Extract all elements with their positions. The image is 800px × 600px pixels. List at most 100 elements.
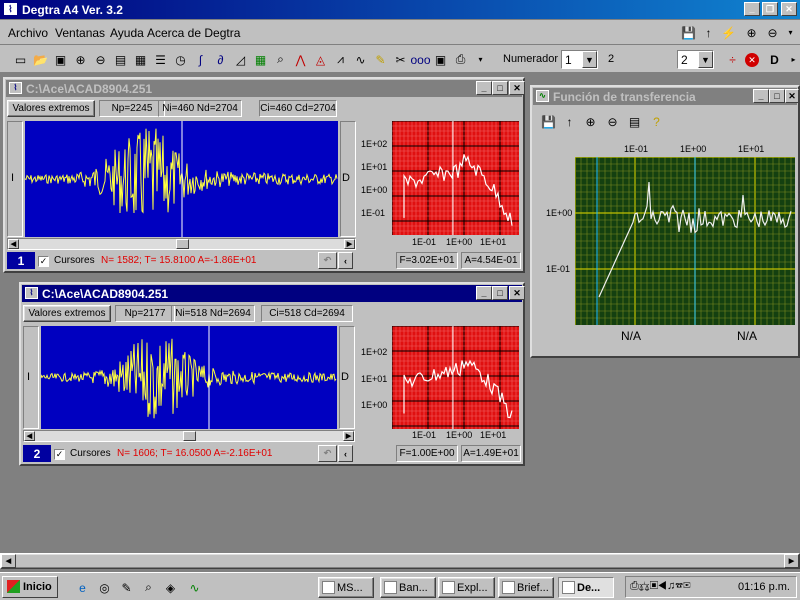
- menu-ayuda[interactable]: Ayuda: [110, 26, 144, 40]
- transfer-titlebar[interactable]: ∿ Función de transferencia _ □ ✕: [533, 88, 799, 105]
- zoom-out-icon[interactable]: ⊖: [764, 24, 781, 41]
- close-button[interactable]: ✕: [509, 81, 525, 95]
- d-icon[interactable]: D: [766, 51, 783, 68]
- zoom-out-icon[interactable]: ⊖: [604, 113, 621, 130]
- start-button[interactable]: Inicio: [2, 576, 58, 598]
- spectrum-plot[interactable]: [392, 326, 519, 429]
- arrow-right-icon[interactable]: ▶: [344, 239, 355, 249]
- cursores-checkbox[interactable]: ✓: [38, 256, 49, 267]
- arrow-right-icon[interactable]: ▶: [784, 554, 799, 568]
- chevron-left-icon[interactable]: ‹: [338, 445, 353, 462]
- divide-icon[interactable]: ÷: [724, 51, 741, 68]
- save-icon[interactable]: 💾: [540, 113, 557, 130]
- undo-icon[interactable]: ↶: [318, 252, 337, 269]
- pencil-icon[interactable]: ✎: [372, 51, 389, 68]
- scroll-thumb[interactable]: [183, 431, 196, 441]
- window-icon[interactable]: ▤: [112, 51, 129, 68]
- grid-icon[interactable]: ▦: [252, 51, 269, 68]
- horizontal-scrollbar[interactable]: ◀ ▶: [7, 238, 356, 250]
- open-icon[interactable]: 📂: [32, 51, 49, 68]
- horizontal-scrollbar[interactable]: ◀ ▶: [23, 430, 355, 442]
- peak-icon[interactable]: ⋀: [292, 51, 309, 68]
- dots-icon[interactable]: ooo: [410, 51, 430, 68]
- close-button[interactable]: ✕: [509, 286, 525, 300]
- menu-ventanas[interactable]: Ventanas: [55, 26, 105, 40]
- window-1-titlebar[interactable]: ⌇ C:\Ace\ACAD8904.251 _ □ ✕: [6, 80, 525, 97]
- menu-acerca[interactable]: Acerca de Degtra: [147, 26, 240, 40]
- left-scrollbar[interactable]: [23, 326, 39, 429]
- chevron-down-icon[interactable]: ▾: [472, 51, 489, 68]
- minimize-button[interactable]: _: [744, 2, 760, 16]
- wave-icon[interactable]: ∿: [352, 51, 369, 68]
- search-icon[interactable]: ⌕: [272, 51, 289, 68]
- ramp-icon[interactable]: ◿: [232, 51, 249, 68]
- integral-icon[interactable]: ∫: [192, 51, 209, 68]
- tray-icons[interactable]: ⎙⚖▣◀♫☎✉: [630, 580, 691, 593]
- arrow-right-icon[interactable]: ▶: [343, 431, 354, 441]
- stop-icon[interactable]: ✕: [745, 53, 759, 67]
- maximize-button[interactable]: □: [769, 89, 785, 103]
- degtra-icon[interactable]: ⌇: [3, 2, 18, 16]
- derivative-icon[interactable]: ∂: [212, 51, 229, 68]
- arrow-up-icon[interactable]: ↑: [561, 113, 578, 130]
- task-brief[interactable]: Brief...: [498, 577, 554, 598]
- task-ms[interactable]: MS...: [318, 577, 374, 598]
- left-scrollbar[interactable]: [7, 121, 23, 237]
- minimize-button[interactable]: _: [753, 89, 769, 103]
- window-2-titlebar[interactable]: ⌇ C:\Ace\ACAD8904.251 _ □ ✕: [22, 285, 525, 302]
- chevron-down-icon[interactable]: ▾: [782, 24, 799, 41]
- zoom-in-icon[interactable]: ⊕: [582, 113, 599, 130]
- restore-button[interactable]: ❐: [762, 2, 778, 16]
- numerador-select[interactable]: 1 ▼: [561, 50, 598, 69]
- zoom-out-icon[interactable]: ⊖: [92, 51, 109, 68]
- maximize-button[interactable]: □: [492, 286, 508, 300]
- arrow-up-icon[interactable]: ↑: [700, 24, 717, 41]
- task-ban[interactable]: Ban...: [380, 577, 436, 598]
- lightning-icon[interactable]: ⚡: [720, 24, 737, 41]
- mdi-horizontal-scrollbar[interactable]: ◀ ▶: [0, 553, 800, 569]
- scissors-icon[interactable]: ✂: [392, 51, 409, 68]
- close-button[interactable]: ✕: [781, 2, 797, 16]
- zoom-in-icon[interactable]: ⊕: [72, 51, 89, 68]
- task-expl[interactable]: Expl...: [438, 577, 495, 598]
- search-folder-icon[interactable]: ⌕: [140, 579, 157, 596]
- minimize-button[interactable]: _: [476, 286, 492, 300]
- time-history-plot[interactable]: [24, 121, 338, 237]
- minimize-button[interactable]: _: [476, 81, 492, 95]
- ie-icon[interactable]: e: [74, 579, 91, 596]
- denominador-select[interactable]: 2 ▼: [677, 50, 714, 69]
- chevron-right-icon[interactable]: ▸: [785, 51, 800, 68]
- chevron-left-icon[interactable]: ‹: [338, 252, 353, 269]
- arrow-left-icon[interactable]: ◀: [1, 554, 16, 568]
- channel-icon[interactable]: ◈: [162, 579, 179, 596]
- printer-icon[interactable]: ⎙: [452, 51, 469, 68]
- close-button[interactable]: ✕: [785, 89, 799, 103]
- signal-icon[interactable]: ▦: [132, 51, 149, 68]
- cursores-checkbox[interactable]: ✓: [54, 449, 65, 460]
- plot-icon[interactable]: ▭: [12, 51, 29, 68]
- degtra-taskbar-icon[interactable]: ∿: [186, 579, 203, 596]
- transfer-plot[interactable]: [575, 157, 795, 325]
- chevron-down-icon[interactable]: ▼: [582, 51, 597, 68]
- frame-icon[interactable]: ▣: [432, 51, 449, 68]
- undo-icon[interactable]: ↶: [318, 445, 337, 462]
- edit-icon[interactable]: ✎: [118, 579, 135, 596]
- zoom-in-icon[interactable]: ⊕: [743, 24, 760, 41]
- arrow-left-icon[interactable]: ◀: [8, 239, 19, 249]
- spectrum-icon[interactable]: ◬: [312, 51, 329, 68]
- time-history-plot[interactable]: [40, 326, 337, 429]
- arrow-left-icon[interactable]: ◀: [24, 431, 35, 441]
- save-icon[interactable]: ▣: [52, 51, 69, 68]
- menu-archivo[interactable]: Archivo: [8, 26, 48, 40]
- valores-extremos-button[interactable]: Valores extremos: [7, 100, 95, 117]
- clock-icon[interactable]: ◷: [172, 51, 189, 68]
- valores-extremos-button[interactable]: Valores extremos: [23, 305, 111, 322]
- outlook-icon[interactable]: ◎: [96, 579, 113, 596]
- scroll-thumb[interactable]: [176, 239, 189, 249]
- save-icon[interactable]: 💾: [680, 24, 697, 41]
- stack-icon[interactable]: ☰: [152, 51, 169, 68]
- chevron-down-icon[interactable]: ▼: [698, 51, 713, 68]
- spectrum-plot[interactable]: [392, 121, 519, 235]
- help-icon[interactable]: ?: [648, 113, 665, 130]
- task-degtra[interactable]: De...: [558, 577, 614, 598]
